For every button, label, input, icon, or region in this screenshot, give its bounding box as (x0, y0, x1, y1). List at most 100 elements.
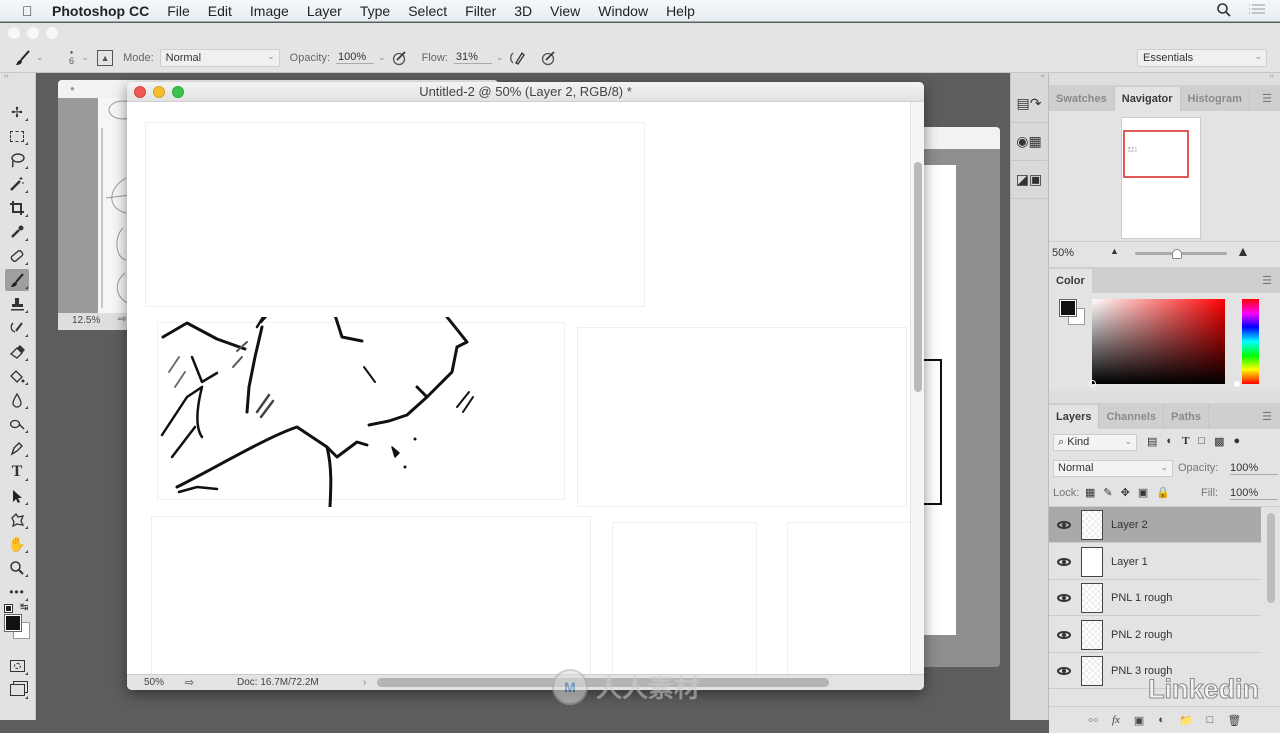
lock-artboard-icon[interactable]: ▣ (1138, 486, 1148, 499)
opacity-chevron-icon[interactable]: ⌄ (378, 52, 386, 63)
app-minimize-button[interactable] (27, 27, 39, 39)
status-menu-chevron-icon[interactable]: › (363, 677, 366, 688)
tab-swatches[interactable]: Swatches (1049, 87, 1115, 111)
lock-all-icon[interactable]: 🔒 (1156, 486, 1170, 499)
layer-name[interactable]: Layer 1 (1111, 556, 1148, 568)
opacity-field[interactable]: 100% (336, 51, 375, 64)
saturation-brightness-field[interactable] (1089, 299, 1225, 387)
color-panel-foreground-swatch[interactable] (1059, 299, 1077, 317)
layer-name[interactable]: PNL 2 rough (1111, 629, 1172, 641)
eraser-tool[interactable] (5, 341, 29, 363)
menu-file[interactable]: File (167, 3, 190, 19)
pressure-size-icon[interactable] (541, 50, 557, 66)
zoom-tool[interactable] (5, 557, 29, 579)
move-tool[interactable]: ✢ (5, 101, 29, 123)
tab-histogram[interactable]: Histogram (1181, 87, 1250, 111)
brush-panel-toggle-icon[interactable]: ▲ (97, 49, 114, 66)
notification-center-icon[interactable] (1248, 3, 1266, 17)
spotlight-search-icon[interactable] (1216, 2, 1232, 18)
filter-toggle-icon[interactable]: ● (1233, 435, 1240, 448)
navigator-zoom-slider[interactable] (1135, 249, 1227, 259)
lasso-tool[interactable] (5, 149, 29, 171)
tools-collapse-icon[interactable]: ›› (0, 73, 35, 81)
layers-scroll-thumb[interactable] (1267, 513, 1275, 603)
layer-filter-dropdown[interactable]: ⌕ Kind ⌄ (1053, 434, 1137, 451)
airbrush-icon[interactable] (509, 50, 527, 66)
doc-zoom-button[interactable] (172, 86, 184, 98)
brush-preset-icon[interactable] (14, 49, 32, 67)
navigator-zoom-slider-thumb[interactable] (1172, 249, 1182, 259)
visibility-eye-icon[interactable] (1057, 630, 1071, 639)
hand-tool[interactable]: ✋ (5, 533, 29, 555)
add-mask-icon[interactable]: ▣ (1134, 714, 1144, 727)
tab-paths[interactable]: Paths (1164, 405, 1209, 429)
history-brush-tool[interactable] (5, 317, 29, 339)
menu-select[interactable]: Select (408, 3, 447, 19)
menu-3d[interactable]: 3D (514, 3, 532, 19)
visibility-eye-icon[interactable] (1057, 520, 1071, 529)
panels-collapse-icon[interactable]: ›› (1049, 73, 1280, 85)
magic-wand-tool[interactable] (5, 173, 29, 195)
layer-opacity-field[interactable]: 100% (1230, 462, 1278, 475)
marquee-tool[interactable] (5, 125, 29, 147)
doc-minimize-button[interactable] (153, 86, 165, 98)
more-tools[interactable]: ••• (5, 581, 29, 603)
visibility-eye-icon[interactable] (1057, 593, 1071, 602)
visibility-eye-icon[interactable] (1057, 557, 1071, 566)
color-panel-menu-icon[interactable]: ☰ (1262, 274, 1272, 287)
document-canvas[interactable] (127, 102, 912, 690)
background-doc-zoom[interactable]: 12.5% (72, 315, 100, 326)
custom-shape-tool[interactable] (5, 509, 29, 531)
lock-image-icon[interactable]: ✎ (1103, 486, 1112, 499)
history-panel-button[interactable]: ▤↷ (1011, 85, 1047, 123)
fill-field[interactable]: 100% (1230, 487, 1278, 500)
flow-field[interactable]: 31% (453, 51, 492, 64)
layer-row-layer-2[interactable]: Layer 2 (1049, 507, 1261, 543)
background-doc-share-icon[interactable]: ⇨ (118, 314, 126, 325)
document-zoom-field[interactable]: 50% (144, 677, 164, 688)
menu-filter[interactable]: Filter (465, 3, 496, 19)
adjustment-layer-icon[interactable]: ◐ (1158, 714, 1165, 726)
foreground-color-swatch[interactable] (4, 614, 22, 632)
clone-source-panel-button[interactable]: ◪▣ (1011, 161, 1047, 199)
crop-tool[interactable] (5, 197, 29, 219)
clone-stamp-tool[interactable] (5, 293, 29, 315)
app-close-button[interactable] (8, 27, 20, 39)
layers-panel-menu-icon[interactable]: ☰ (1262, 410, 1272, 423)
layer-row-layer-1[interactable]: Layer 1 (1049, 544, 1261, 580)
menu-window[interactable]: Window (598, 3, 648, 19)
zoom-in-mountain-icon[interactable]: ▲ (1236, 243, 1250, 259)
path-selection-tool[interactable] (5, 485, 29, 507)
link-layers-icon[interactable]: ⚯ (1089, 714, 1098, 727)
layer-fx-icon[interactable]: fx (1112, 714, 1120, 726)
screen-mode-button[interactable] (5, 679, 29, 701)
new-group-icon[interactable]: 📁 (1179, 714, 1193, 727)
menu-help[interactable]: Help (666, 3, 695, 19)
apple-icon[interactable]:  (22, 4, 36, 18)
layer-name[interactable]: PNL 1 rough (1111, 592, 1172, 604)
app-zoom-button[interactable] (46, 27, 58, 39)
third-doc-titlebar[interactable] (920, 127, 1000, 149)
menu-image[interactable]: Image (250, 3, 289, 19)
navigator-panel-menu-icon[interactable]: ☰ (1262, 92, 1272, 105)
default-colors-icon[interactable] (4, 604, 13, 613)
color-picker-cursor[interactable] (1089, 380, 1096, 387)
lock-transparent-icon[interactable]: ▦ (1085, 486, 1095, 499)
dodge-tool[interactable] (5, 413, 29, 435)
pen-tool[interactable] (5, 437, 29, 459)
doc-close-button[interactable] (134, 86, 146, 98)
menu-type[interactable]: Type (360, 3, 390, 19)
brush-size-chevron-icon[interactable]: ⌄ (82, 52, 90, 63)
navigator-preview[interactable]: ∶∵∷ (1121, 117, 1201, 239)
blend-mode-dropdown[interactable]: Normal ⌄ (1053, 460, 1173, 477)
third-document-window[interactable] (920, 127, 1000, 667)
menu-edit[interactable]: Edit (208, 3, 232, 19)
menu-app-name[interactable]: Photoshop CC (52, 3, 149, 19)
layer-name[interactable]: Layer 2 (1111, 519, 1148, 531)
blur-tool[interactable] (5, 389, 29, 411)
filter-shape-icon[interactable]: □ (1198, 435, 1205, 448)
layer-row-pnl-1-rough[interactable]: PNL 1 rough (1049, 580, 1261, 616)
document-size-info[interactable]: Doc: 16.7M/72.2M (237, 677, 319, 688)
tab-channels[interactable]: Channels (1099, 405, 1164, 429)
share-icon[interactable]: ⇨ (185, 676, 194, 689)
